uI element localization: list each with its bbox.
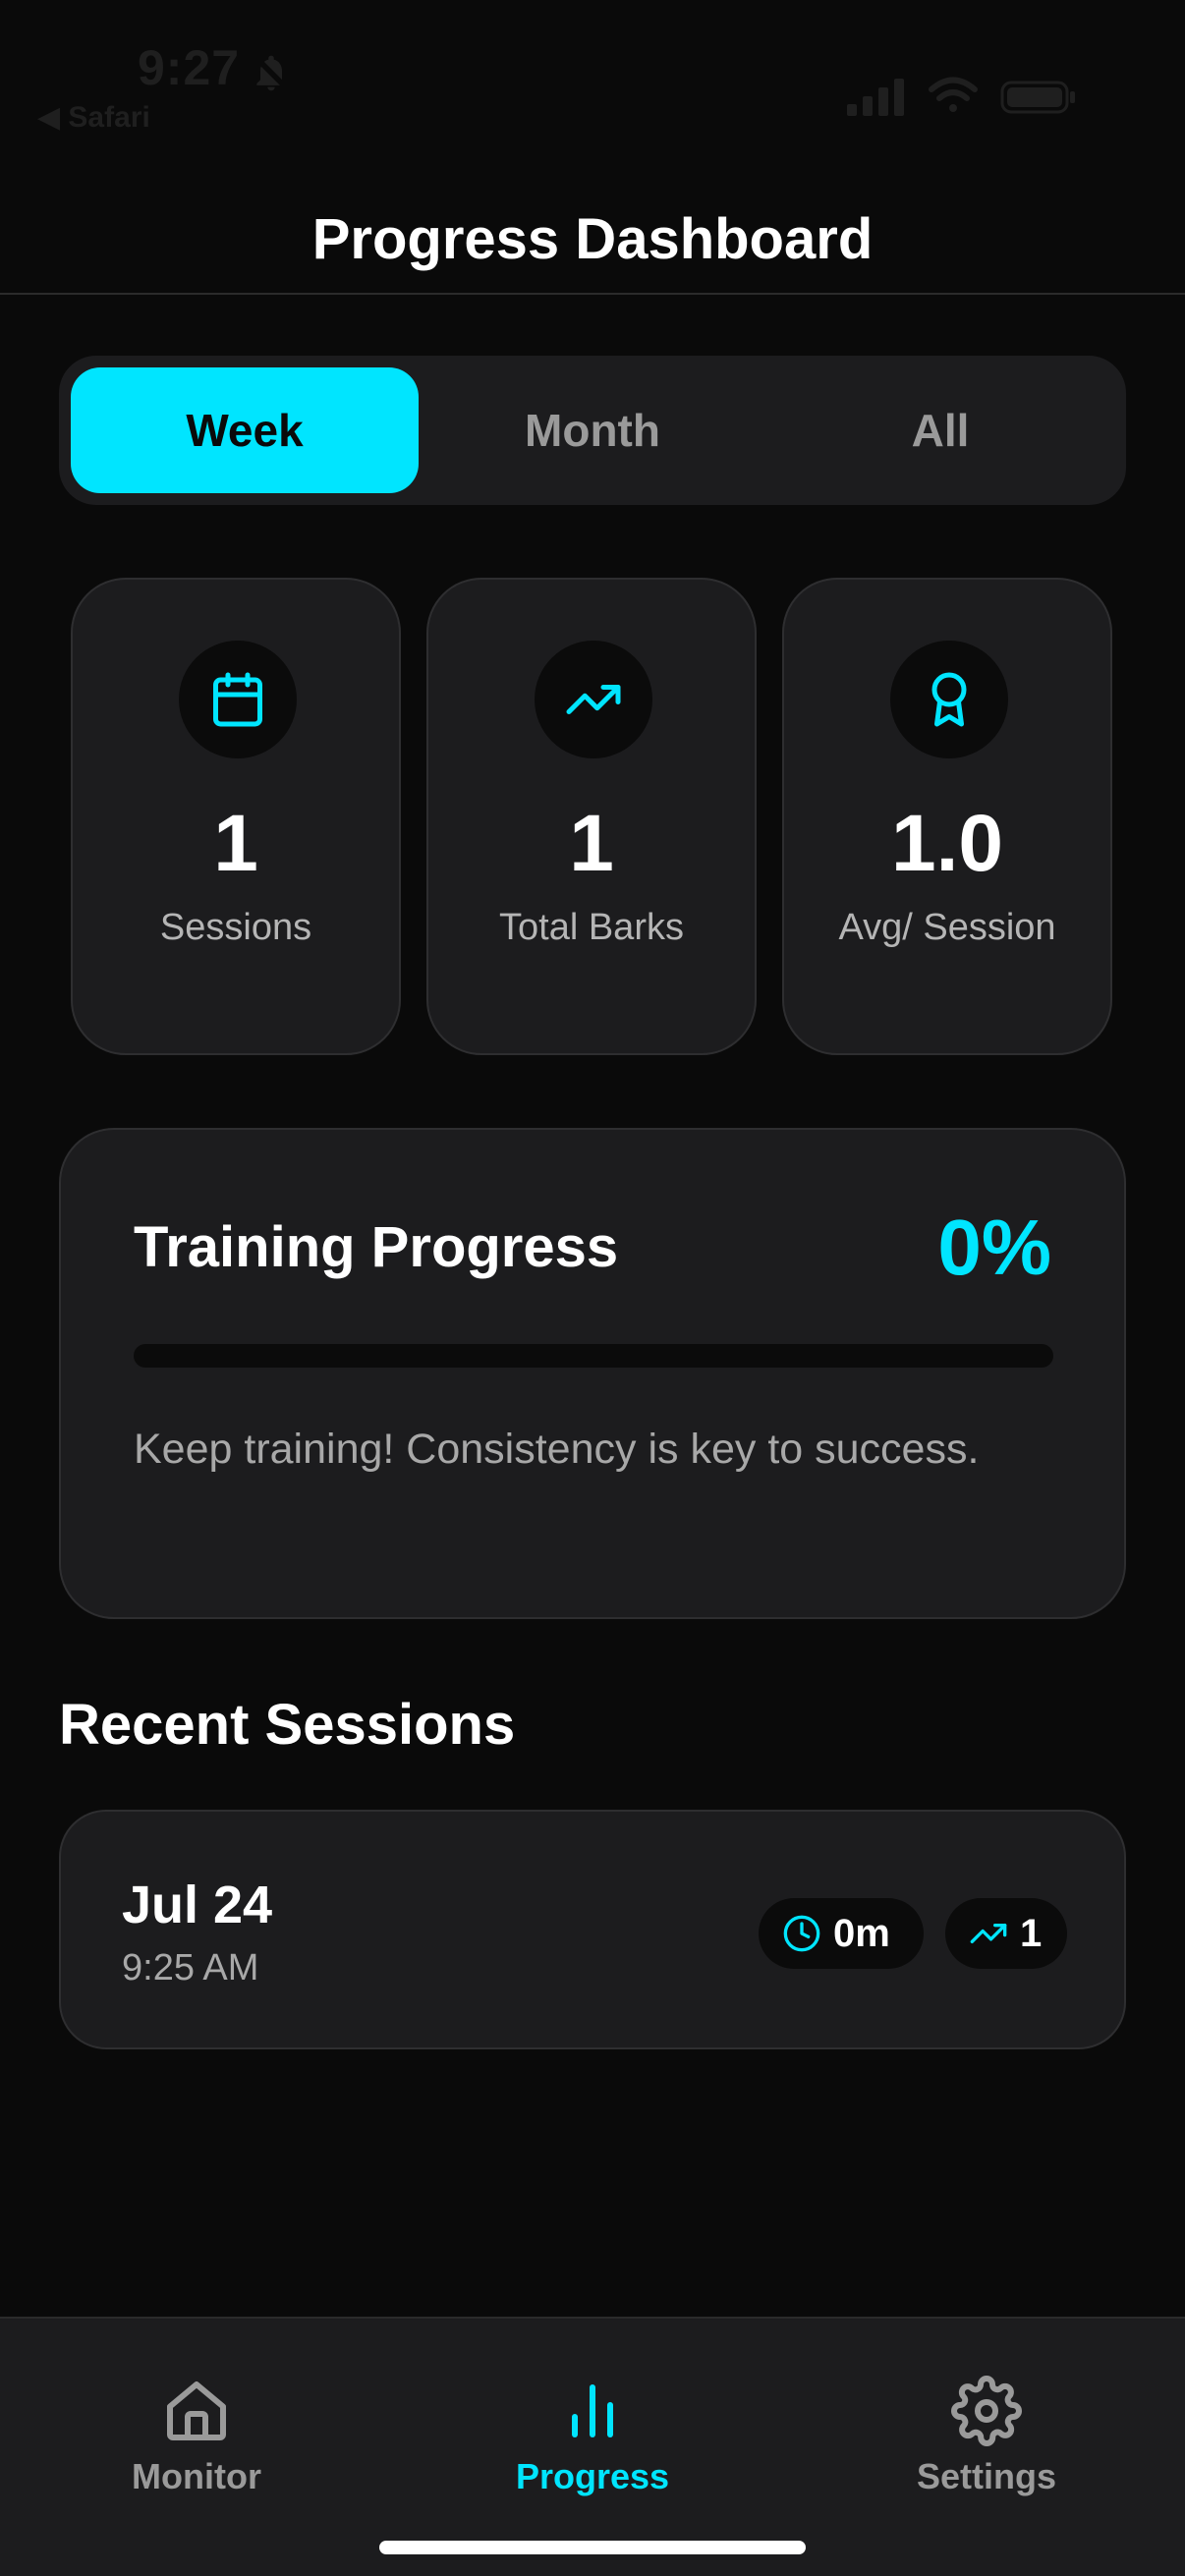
- bar-chart-icon: [572, 2384, 613, 2437]
- gear-icon: [951, 2376, 1022, 2446]
- status-time: 9:27: [138, 40, 241, 95]
- trending-up-icon: [970, 1924, 1007, 1943]
- stat-icon-circle: [890, 641, 1008, 758]
- training-progress-message: Keep training! Consistency is key to suc…: [134, 1426, 980, 1473]
- segment-all[interactable]: All: [766, 367, 1114, 493]
- stat-label: Sessions: [159, 907, 312, 948]
- session-duration-badge: 0m: [759, 1898, 924, 1969]
- stat-label: Total Barks: [499, 907, 684, 948]
- tab-progress[interactable]: Progress: [465, 2376, 720, 2513]
- training-progress-title: Training Progress: [134, 1215, 619, 1279]
- tab-label: Monitor: [132, 2456, 261, 2496]
- recent-sessions-title: Recent Sessions: [59, 1693, 516, 1757]
- bell-off-icon: [253, 54, 290, 91]
- session-list-item[interactable]: Jul 24 9:25 AM 0m 1: [59, 1810, 1126, 2049]
- battery-icon: [1000, 81, 1075, 114]
- session-barks-badge: 1: [945, 1898, 1067, 1969]
- tab-label: Settings: [916, 2456, 1056, 2496]
- header: Progress Dashboard: [0, 187, 1185, 295]
- period-segmented-control: Week Month All: [59, 356, 1126, 505]
- clock-icon: [783, 1915, 820, 1952]
- segment-week[interactable]: Week: [71, 367, 419, 493]
- stat-card-avg-per-session: 1.0 Avg/ Session: [782, 578, 1112, 1055]
- stat-value: 1: [213, 799, 258, 888]
- session-duration: 0m: [833, 1911, 890, 1955]
- award-icon: [931, 672, 967, 727]
- calendar-icon: [213, 672, 262, 727]
- session-time: 9:25 AM: [122, 1947, 259, 1988]
- stat-icon-circle: [179, 641, 297, 758]
- tab-monitor[interactable]: Monitor: [69, 2376, 324, 2513]
- training-progress-percent: 0%: [937, 1204, 1051, 1291]
- home-indicator: [379, 2541, 806, 2554]
- stat-card-total-barks: 1 Total Barks: [426, 578, 757, 1055]
- session-date: Jul 24: [122, 1876, 273, 1934]
- home-icon: [167, 2381, 226, 2440]
- progress-dashboard-screen: 9:27 ◀ Safari Progress Dashboard Week Mo: [0, 0, 1185, 2576]
- wifi-icon: [929, 77, 978, 112]
- training-progress-card: Training Progress 0% Keep training! Cons…: [59, 1128, 1126, 1619]
- session-barks-count: 1: [1020, 1911, 1043, 1955]
- back-to-safari-link[interactable]: ◀ Safari: [37, 100, 150, 135]
- status-bar: 9:27 ◀ Safari: [0, 0, 1185, 138]
- page-title: Progress Dashboard: [311, 207, 874, 271]
- tab-settings[interactable]: Settings: [859, 2376, 1114, 2513]
- cellular-signal-icon: [847, 79, 904, 116]
- stat-icon-circle: [535, 641, 652, 758]
- stat-value: 1.0: [891, 799, 1003, 888]
- bottom-tab-bar: Monitor Progress Settings: [0, 2317, 1185, 2576]
- segment-month[interactable]: Month: [419, 367, 766, 493]
- trending-up-icon: [566, 685, 621, 714]
- tab-label: Progress: [515, 2456, 670, 2496]
- stat-value: 1: [569, 799, 614, 888]
- stat-card-sessions: 1 Sessions: [71, 578, 401, 1055]
- stat-label: Avg/ Session: [838, 907, 1056, 948]
- training-progress-bar: [134, 1344, 1053, 1368]
